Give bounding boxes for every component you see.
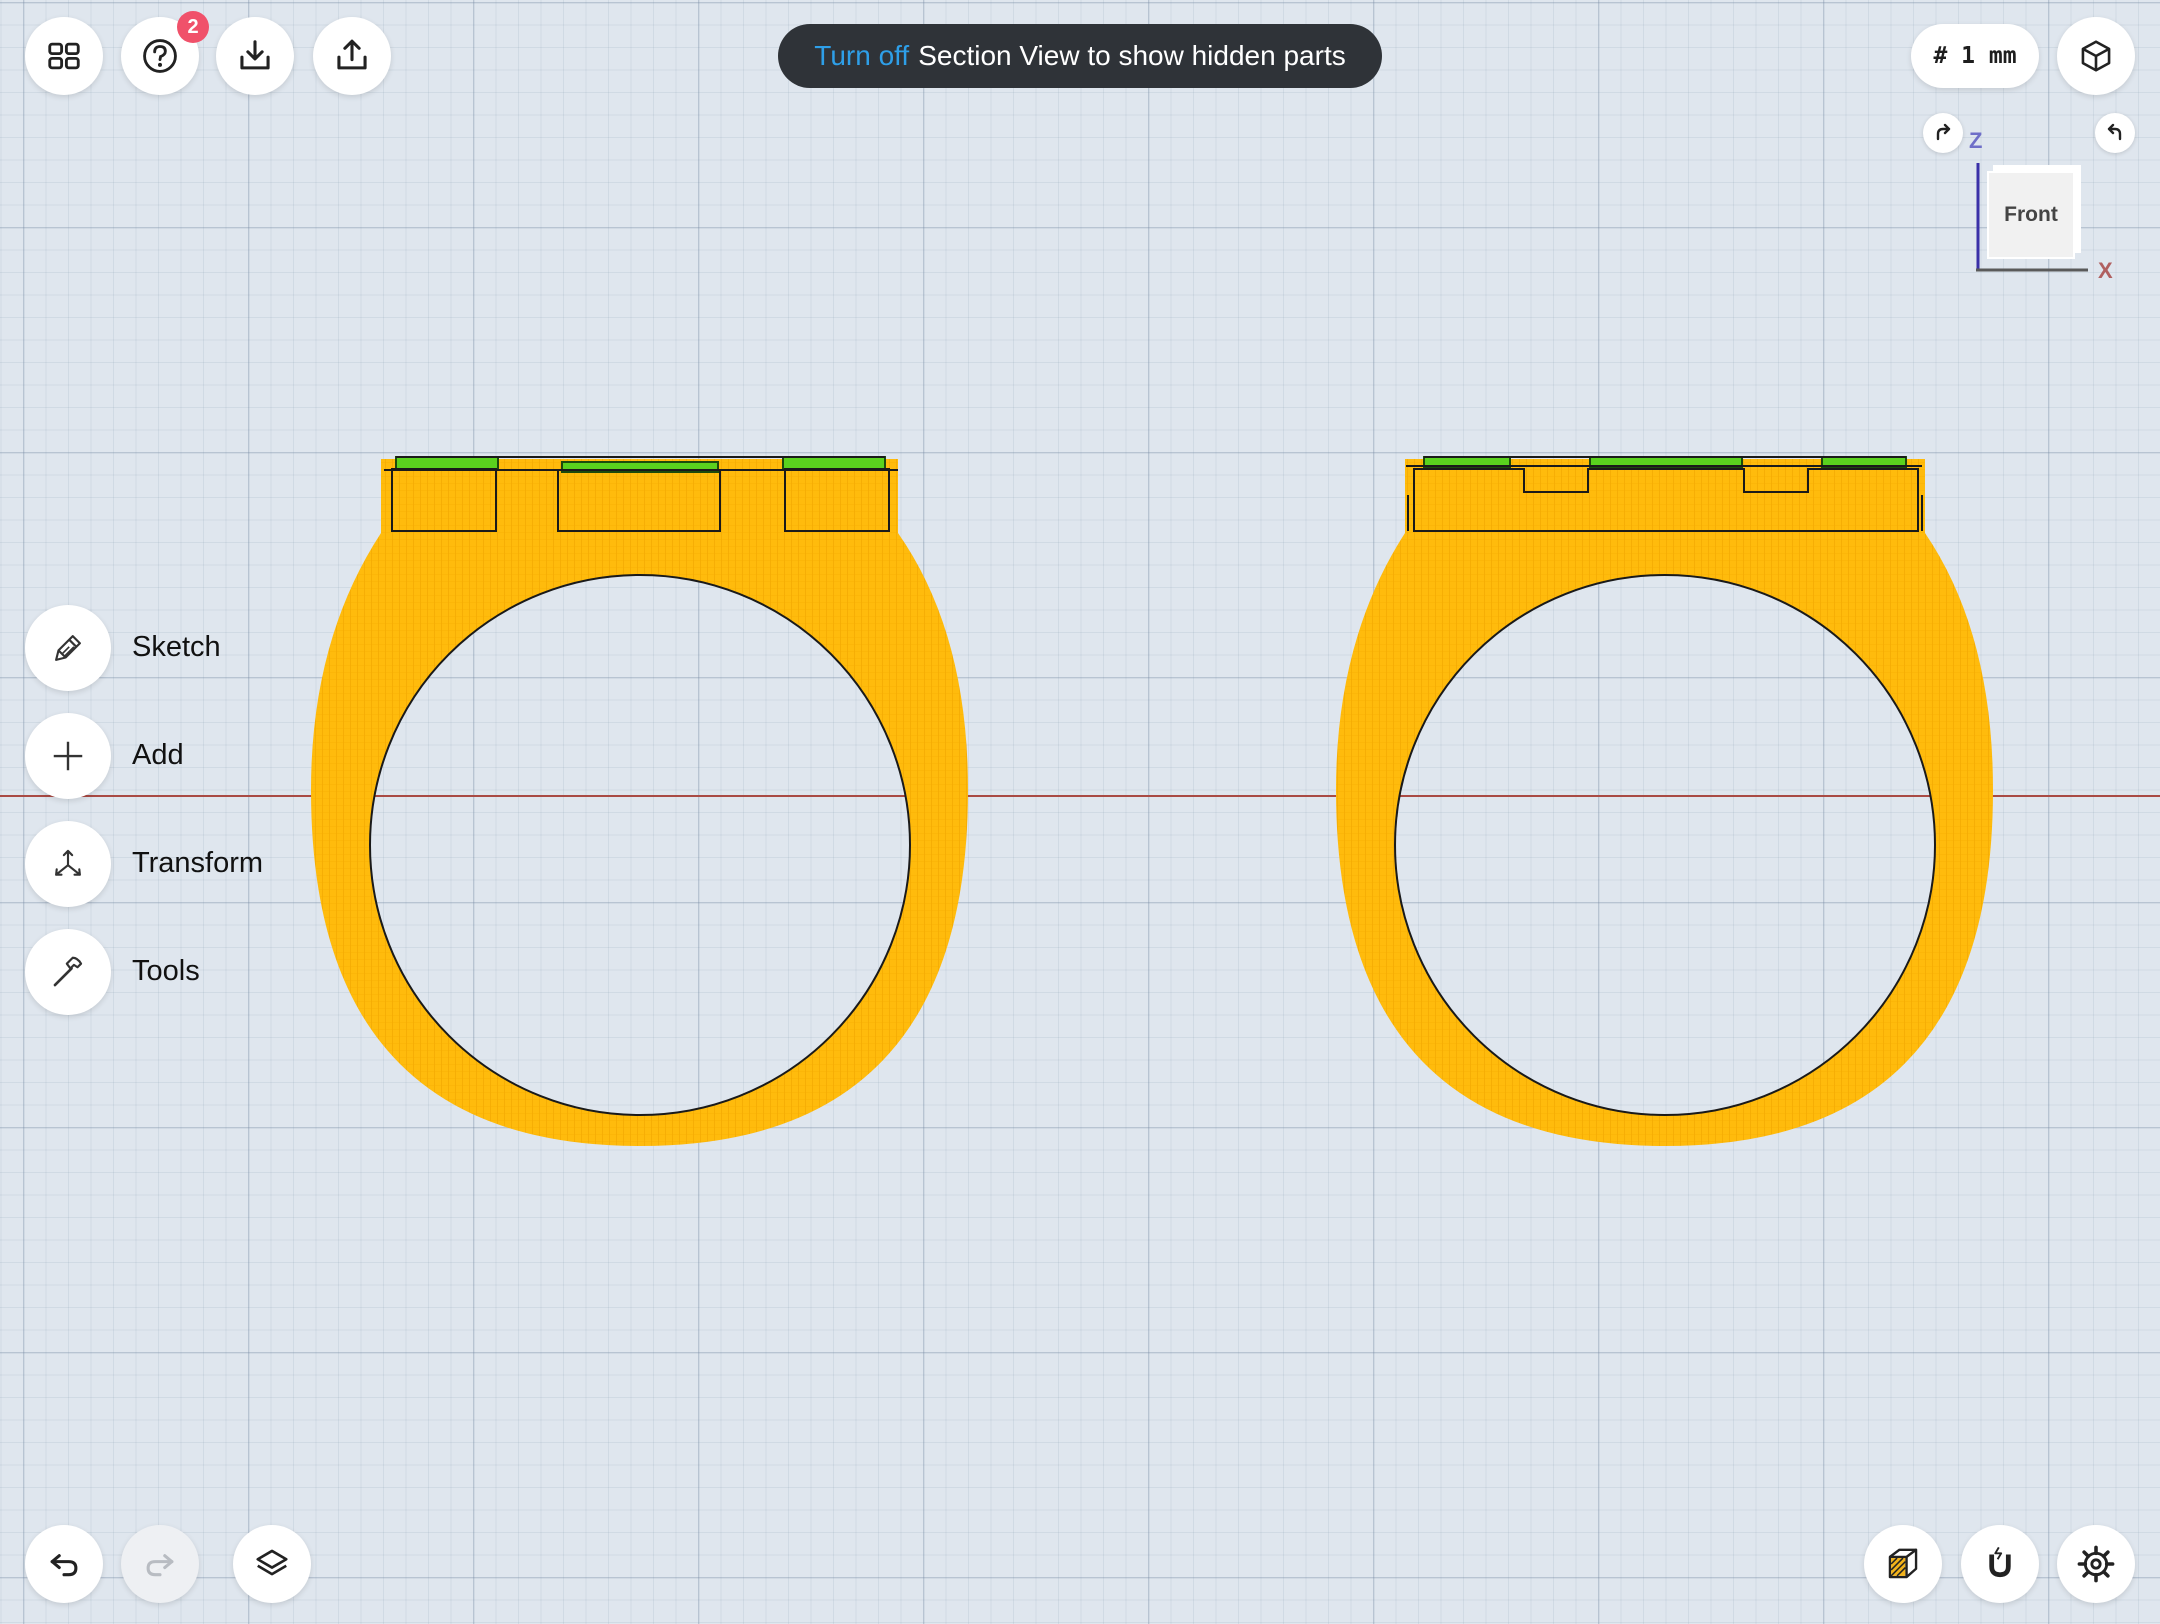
redo-button[interactable] <box>121 1525 199 1603</box>
ring-inner-outline-left <box>369 574 911 1116</box>
transform-label[interactable]: Transform <box>132 847 263 880</box>
ring-model-left[interactable] <box>311 456 968 1146</box>
layers-icon <box>256 1549 288 1576</box>
ring-model-right[interactable] <box>1336 456 1993 1146</box>
3d-viewport[interactable] <box>0 0 2160 1620</box>
magnet-icon <box>1989 1546 2011 1578</box>
download-icon <box>240 40 270 70</box>
plus-icon <box>53 741 83 771</box>
toast-message: Section View to show hidden parts <box>918 40 1346 71</box>
wireframe-cube-icon <box>2081 40 2111 72</box>
rotate-left-button[interactable] <box>2095 113 2135 153</box>
transform-arrows-icon <box>55 849 81 876</box>
undo-button[interactable] <box>25 1525 103 1603</box>
section-view-toast[interactable]: Turn off Section View to show hidden par… <box>778 24 1382 88</box>
rotate-back-icon <box>2107 123 2122 141</box>
x-axis-label: X <box>2098 258 2113 283</box>
hammer-icon <box>53 956 83 987</box>
grid-size-button[interactable]: # 1 mm <box>1911 24 2039 88</box>
ring-body-right[interactable] <box>1336 459 1993 1146</box>
layers-button[interactable] <box>233 1525 311 1603</box>
export-button[interactable] <box>313 17 391 95</box>
rotate-right-button[interactable] <box>1923 113 1963 153</box>
view-cube-front[interactable]: Front <box>1987 171 2075 259</box>
pencil-icon <box>55 635 81 661</box>
tools-button[interactable] <box>25 929 111 1015</box>
sketch-button[interactable] <box>25 605 111 691</box>
model-canvas[interactable] <box>0 0 2160 1620</box>
add-button[interactable] <box>25 713 111 799</box>
redo-icon <box>146 1554 174 1577</box>
turn-off-link[interactable]: Turn off <box>814 40 909 72</box>
undo-icon <box>50 1554 78 1577</box>
apps-button[interactable] <box>25 17 103 95</box>
notification-badge: 2 <box>177 11 209 43</box>
view-mode-button[interactable] <box>2057 17 2135 95</box>
import-button[interactable] <box>216 17 294 95</box>
tools-label[interactable]: Tools <box>132 955 200 988</box>
help-button[interactable]: 2 <box>121 11 209 95</box>
section-view-button[interactable] <box>1864 1525 1942 1603</box>
add-label[interactable]: Add <box>132 739 184 772</box>
settings-button[interactable] <box>2057 1525 2135 1603</box>
grid-icon <box>48 42 80 70</box>
section-cube-icon <box>1888 1548 1918 1579</box>
z-axis-label: Z <box>1969 128 1983 153</box>
question-icon <box>143 39 177 73</box>
ring-body-left[interactable] <box>311 459 968 1146</box>
snap-button[interactable] <box>1961 1525 2039 1603</box>
gear-icon <box>2077 1545 2115 1583</box>
sketch-label[interactable]: Sketch <box>132 631 221 664</box>
ring-inner-outline-right <box>1394 574 1936 1116</box>
transform-button[interactable] <box>25 821 111 907</box>
share-icon <box>337 39 367 70</box>
rotate-arrow-icon <box>1936 123 1951 141</box>
